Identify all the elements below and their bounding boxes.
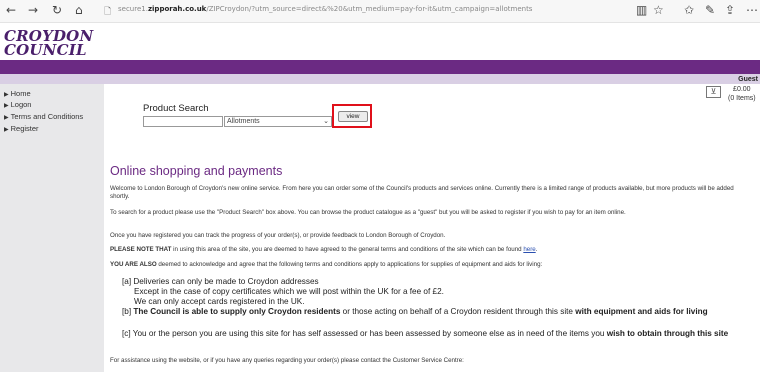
search-instructions-paragraph: To search for a product please use the "… bbox=[110, 209, 626, 216]
term-c-text: [c] You or the person you are using this… bbox=[122, 329, 607, 338]
arrow-right-icon: ▶ bbox=[4, 115, 9, 121]
agreement-bold: YOU ARE ALSO bbox=[110, 261, 157, 268]
registration-paragraph: Once you have registered you can track t… bbox=[110, 232, 446, 239]
arrow-right-icon: ▶ bbox=[4, 103, 9, 109]
category-select-value: Allotments bbox=[227, 118, 260, 125]
sidebar-item-logon[interactable]: ▶ Logon bbox=[4, 100, 31, 109]
sidebar-item-label: Register bbox=[10, 124, 39, 133]
term-a-line-3: We can only accept cards registered in t… bbox=[134, 297, 305, 306]
refresh-icon[interactable]: ↻ bbox=[52, 3, 62, 17]
assistance-paragraph: For assistance using the website, or if … bbox=[110, 357, 464, 364]
sidebar-item-register[interactable]: ▶ Register bbox=[4, 124, 39, 133]
address-bar[interactable]: secure1.zipporah.co.uk/ZIPCroydon/?utm_s… bbox=[118, 5, 532, 13]
terms-here-link[interactable]: here bbox=[523, 246, 535, 253]
notice-text: in using this area of the site, you are … bbox=[171, 246, 524, 253]
term-b-bold-1: The Council is able to supply only Croyd… bbox=[133, 307, 341, 316]
sidebar-item-terms[interactable]: ▶ Terms and Conditions bbox=[4, 112, 83, 121]
terms-notice-paragraph: PLEASE NOTE THAT in using this area of t… bbox=[110, 246, 750, 254]
page-icon: 🗋 bbox=[104, 7, 112, 17]
term-b-prefix: [b] bbox=[122, 307, 134, 316]
reading-view-icon[interactable]: ▥ bbox=[636, 3, 647, 17]
favorites-hub-icon[interactable]: ✩ bbox=[684, 3, 694, 17]
forward-arrow-icon[interactable]: → bbox=[28, 3, 38, 17]
back-arrow-icon[interactable]: ← bbox=[6, 3, 16, 17]
product-search-label: Product Search bbox=[143, 103, 209, 114]
basket-amount: £0.00 bbox=[733, 86, 751, 93]
category-select[interactable]: Allotments ⌄ bbox=[224, 116, 332, 127]
more-icon[interactable]: ⋯ bbox=[746, 3, 758, 17]
sidebar-item-label: Terms and Conditions bbox=[10, 112, 84, 121]
term-b-text: or those acting on behalf of a Croydon r… bbox=[340, 307, 576, 316]
share-icon[interactable]: ⇪ bbox=[725, 3, 735, 17]
croydon-council-logo[interactable]: CROYDON COUNCIL bbox=[4, 29, 93, 59]
welcome-paragraph: Welcome to London Borough of Croydon's n… bbox=[110, 185, 734, 200]
term-item-a: [a] Deliveries can only be made to Croyd… bbox=[122, 277, 752, 307]
sidebar-item-home[interactable]: ▶ Home bbox=[4, 89, 31, 98]
product-search-input[interactable] bbox=[143, 116, 223, 127]
logo-line-2: COUNCIL bbox=[4, 41, 87, 59]
web-note-icon[interactable]: ✎ bbox=[705, 3, 715, 17]
term-a-line-1: [a] Deliveries can only be made to Croyd… bbox=[122, 277, 319, 286]
term-item-b: [b] The Council is able to supply only C… bbox=[122, 307, 752, 317]
home-icon[interactable]: ⌂ bbox=[75, 3, 83, 17]
basket-summary[interactable]: £0.00 (0 Items) bbox=[728, 85, 756, 103]
term-b-bold-2: with equipment and aids for living bbox=[575, 307, 708, 316]
notice-end: . bbox=[535, 246, 538, 253]
term-a-line-2: Except in the case of copy certificates … bbox=[134, 287, 444, 296]
sidebar: ▶ Home ▶ Logon ▶ Terms and Conditions ▶ Regi… bbox=[0, 84, 104, 372]
browser-toolbar: ← → ↻ ⌂ 🗋 secure1.zipporah.co.uk/ZIPCroy… bbox=[0, 0, 760, 23]
term-c-bold: wish to obtain through this site bbox=[606, 329, 729, 338]
chevron-down-icon: ⌄ bbox=[323, 117, 329, 125]
notice-bold: PLEASE NOTE THAT bbox=[110, 246, 172, 253]
user-status: Guest bbox=[738, 76, 758, 83]
agreement-text: deemed to acknowledge and agree that the… bbox=[156, 261, 543, 268]
view-button[interactable]: view bbox=[338, 111, 368, 122]
sub-header-bar bbox=[0, 74, 760, 84]
arrow-right-icon: ▶ bbox=[4, 92, 9, 98]
favorite-star-icon[interactable]: ☆ bbox=[653, 3, 664, 17]
arrow-right-icon: ▶ bbox=[4, 127, 9, 133]
basket-icon[interactable]: ⊻ bbox=[706, 86, 721, 98]
sidebar-item-label: Logon bbox=[10, 100, 32, 109]
header-bar bbox=[0, 60, 760, 74]
term-item-c: [c] You or the person you are using this… bbox=[122, 329, 752, 339]
agreement-paragraph: YOU ARE ALSO deemed to acknowledge and a… bbox=[110, 261, 750, 269]
page-title: Online shopping and payments bbox=[110, 164, 283, 178]
basket-item-count: (0 Items) bbox=[728, 95, 756, 102]
sidebar-item-label: Home bbox=[10, 89, 31, 98]
